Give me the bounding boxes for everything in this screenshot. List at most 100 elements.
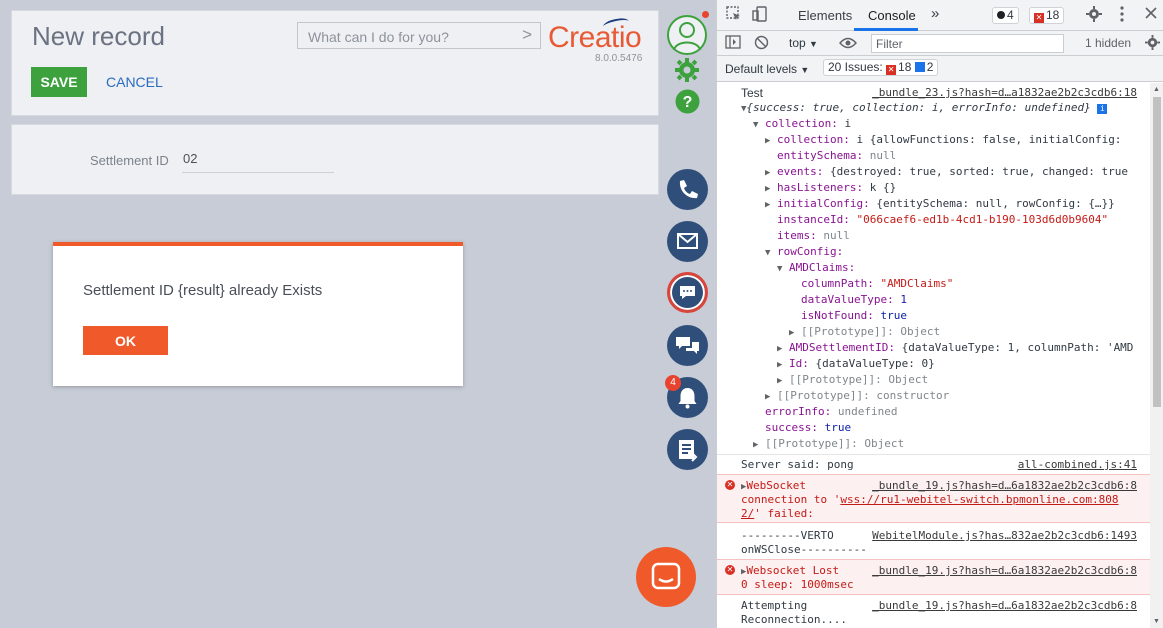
- collapsed-triangle-icon: ▶: [789, 328, 795, 338]
- source-link[interactable]: _bundle_19.js?hash=d…6a1832ae2b2c3cdb6:8: [872, 479, 1137, 492]
- prop-key: initialConfig:: [777, 197, 877, 210]
- gear-icon[interactable]: [674, 57, 700, 88]
- prop-key: instanceId:: [777, 213, 857, 226]
- error-text: ' failed:: [754, 507, 814, 520]
- log-text: Server said: pong: [741, 458, 854, 471]
- prop-value: undefined: [837, 405, 898, 418]
- prop-key: errorInfo:: [765, 405, 838, 418]
- log-text[interactable]: ▶Websocket Lost: [741, 564, 839, 577]
- tree-root[interactable]: ▼{success: true, collection: i, errorInf…: [741, 101, 1150, 114]
- error-icon: ✕: [725, 480, 735, 490]
- tree-proto-object[interactable]: ▶ [[Prototype]]: Object: [789, 325, 1150, 338]
- kebab-menu-icon[interactable]: [1119, 5, 1125, 26]
- process-button[interactable]: [667, 429, 708, 470]
- device-toolbar-icon[interactable]: [752, 6, 768, 25]
- chat-widget-icon: [651, 562, 681, 590]
- tree-collection[interactable]: ▼ collection: i: [753, 117, 1150, 130]
- log-reconnect-cont: Reconnection....: [741, 613, 1150, 626]
- document-list-icon: [679, 440, 698, 462]
- issues-button[interactable]: 20 Issues: ✕ 18 2: [823, 59, 939, 76]
- prop-value: [[Prototype]]: constructor: [777, 389, 950, 402]
- eye-icon[interactable]: [839, 36, 857, 53]
- warnings-counter[interactable]: 4: [992, 7, 1019, 24]
- email-button[interactable]: [667, 221, 708, 262]
- support-chat-button[interactable]: [636, 547, 696, 607]
- tree-initialconfig[interactable]: ▶ initialConfig: {entitySchema: null, ro…: [765, 197, 1150, 210]
- tree-proto-constructor[interactable]: ▶ [[Prototype]]: constructor: [765, 389, 1150, 402]
- tree-datavaluetype: dataValueType: 1: [801, 293, 1150, 306]
- tree-events[interactable]: ▶ events: {destroyed: true, sorted: true…: [765, 165, 1150, 178]
- issue-info-icon: [914, 62, 925, 72]
- tree-amdsettlement[interactable]: ▶ AMDSettlementID: {dataValueType: 1, co…: [777, 341, 1150, 354]
- tree-collection-inner[interactable]: ▶ collection: i {allowFunctions: false, …: [765, 133, 1150, 146]
- prop-value: null: [823, 229, 850, 242]
- devtools-panel: Elements Console » 4 ✕ 18 top ▼ Filter 1 …: [716, 0, 1163, 628]
- tree-isnotfound: isNotFound: true: [801, 309, 1150, 322]
- user-icon: [673, 22, 701, 51]
- chat-button[interactable]: [667, 325, 708, 366]
- prop-key: entitySchema:: [777, 149, 870, 162]
- sidebar-toggle-icon[interactable]: [725, 35, 741, 52]
- source-link[interactable]: _bundle_19.js?hash=d…6a1832ae2b2c3cdb6:8: [872, 564, 1137, 577]
- collapsed-triangle-icon: ▶: [765, 184, 771, 194]
- message-icon: [680, 286, 695, 299]
- command-line-input[interactable]: What can I do for you? >: [297, 22, 541, 49]
- help-icon[interactable]: ?: [675, 89, 700, 119]
- tree-amdclaims[interactable]: ▼ AMDClaims:: [777, 261, 1150, 274]
- prop-value: i {allowFunctions: false, initialConfig:: [856, 133, 1122, 146]
- console-scrollbar[interactable]: ▲ ▼: [1150, 83, 1163, 628]
- tab-console[interactable]: Console: [868, 8, 916, 23]
- prop-value: {destroyed: true, sorted: true, changed:…: [830, 165, 1129, 178]
- close-icon[interactable]: [1145, 6, 1157, 22]
- user-avatar[interactable]: [667, 15, 707, 55]
- expanded-triangle-icon: ▼: [753, 120, 759, 130]
- inspect-element-icon[interactable]: [726, 6, 742, 25]
- tree-columnpath: columnPath: "AMDClaims": [801, 277, 1150, 290]
- tree-id[interactable]: ▶ Id: {dataValueType: 0}: [777, 357, 1150, 370]
- tab-elements[interactable]: Elements: [798, 8, 852, 23]
- prop-key: AMDClaims:: [789, 261, 856, 274]
- log-levels-dropdown[interactable]: Default levels ▼: [725, 62, 809, 76]
- tree-rowconfig[interactable]: ▼ rowConfig:: [765, 245, 1150, 258]
- console-settings-icon[interactable]: [1145, 35, 1160, 53]
- prop-key: dataValueType:: [801, 293, 901, 306]
- more-tabs-icon[interactable]: »: [931, 5, 939, 22]
- scroll-up-arrow-icon[interactable]: ▲: [1153, 86, 1160, 93]
- websocket-url-link[interactable]: 2/: [741, 507, 754, 520]
- feed-button[interactable]: [667, 272, 708, 313]
- chevron-right-icon[interactable]: >: [522, 25, 532, 45]
- errors-counter[interactable]: ✕ 18: [1029, 7, 1065, 24]
- log-text[interactable]: ▶WebSocket: [741, 479, 806, 492]
- context-selector[interactable]: top ▼: [789, 36, 818, 50]
- tree-items: items: null: [777, 229, 1150, 242]
- source-link[interactable]: all-combined.js:41: [1018, 458, 1137, 471]
- cancel-button[interactable]: CANCEL: [106, 67, 163, 97]
- source-link[interactable]: _bundle_23.js?hash=d…a1832ae2b2c3cdb6:18: [872, 86, 1137, 99]
- prop-value: {dataValueType: 0}: [815, 357, 935, 370]
- tree-haslisteners[interactable]: ▶ hasListeners: k {}: [765, 181, 1150, 194]
- collapsed-triangle-icon: ▶: [765, 136, 771, 146]
- errors-count: 18: [1046, 8, 1060, 22]
- svg-text:?: ?: [683, 94, 693, 111]
- scrollbar-thumb[interactable]: [1153, 97, 1161, 407]
- error-icon: ✕: [1034, 13, 1044, 23]
- log-text: Attempting: [741, 599, 808, 612]
- notification-badge: 4: [665, 375, 681, 391]
- prop-value: true: [824, 421, 852, 434]
- tree-proto-object3[interactable]: ▶ [[Prototype]]: Object: [753, 437, 1150, 450]
- error-entry-websocket-lost: ✕ ▶Websocket Lost _bundle_19.js?hash=d…6…: [717, 559, 1150, 595]
- phone-button[interactable]: [667, 169, 708, 210]
- settings-gear-icon[interactable]: [1086, 6, 1102, 25]
- log-text: ---------VERTO: [741, 529, 834, 542]
- websocket-url-link[interactable]: wss://ru1-webitel-switch.bpmonline.com:8…: [840, 493, 1118, 506]
- settlement-id-field[interactable]: 02: [182, 151, 334, 173]
- source-link[interactable]: WebitelModule.js?has…832ae2b2c3cdb6:1493: [872, 529, 1137, 542]
- filter-input[interactable]: Filter: [871, 34, 1064, 53]
- clear-console-icon[interactable]: [754, 35, 769, 53]
- tree-proto-object2[interactable]: ▶ [[Prototype]]: Object: [777, 373, 1150, 386]
- ok-button[interactable]: OK: [83, 326, 168, 355]
- prop-key: hasListeners:: [777, 181, 870, 194]
- save-button[interactable]: SAVE: [31, 67, 87, 97]
- source-link[interactable]: _bundle_19.js?hash=d…6a1832ae2b2c3cdb6:8: [872, 599, 1137, 612]
- scroll-down-arrow-icon[interactable]: ▼: [1153, 618, 1160, 625]
